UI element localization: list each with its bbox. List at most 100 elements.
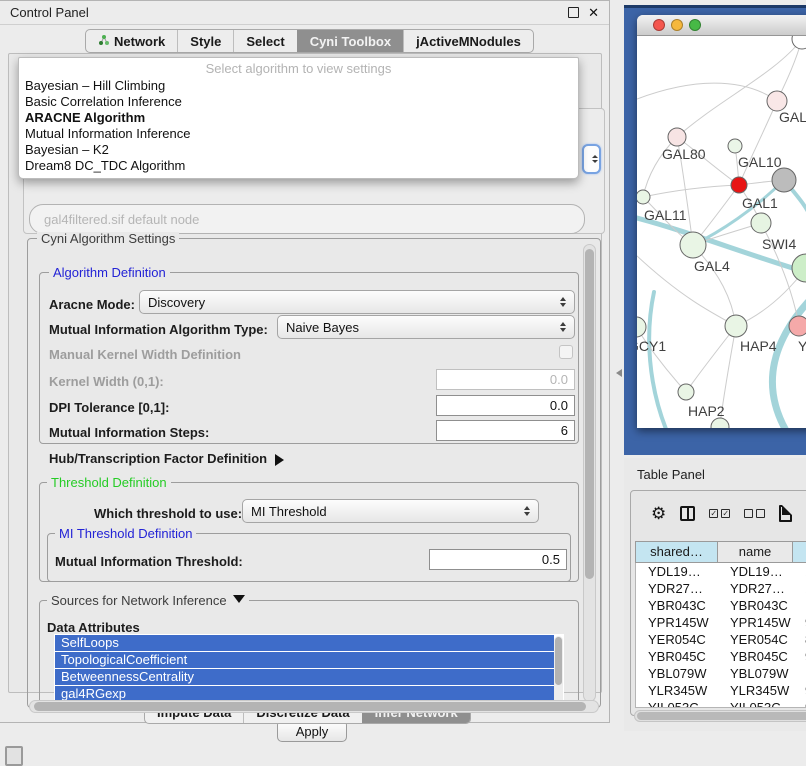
dropdown-item-bayesian-k2[interactable]: Bayesian – K2 <box>19 142 578 158</box>
table-row[interactable]: YBR045CYBR045C9. <box>636 648 806 665</box>
kernel-width-field[interactable] <box>436 369 575 390</box>
network-node-hap2[interactable] <box>678 384 694 400</box>
threshold-definition-title: Threshold Definition <box>47 476 171 489</box>
unchecked-checkbox-icon <box>744 509 753 518</box>
network-window-titlebar[interactable] <box>637 15 806 36</box>
network-edge[interactable] <box>637 83 777 101</box>
dropdown-item-basic-correlation-inference[interactable]: Basic Correlation Inference <box>19 94 578 110</box>
network-node-gcy1[interactable] <box>637 317 646 337</box>
dpi-tolerance-field[interactable] <box>436 395 575 416</box>
spinner-arrows-icon <box>560 322 566 332</box>
table-row[interactable]: YDL19…YDL19…13 <box>636 563 806 580</box>
list-item[interactable]: SelfLoops <box>55 635 554 651</box>
table-horizontal-scrollbar[interactable] <box>634 710 806 722</box>
tab-select[interactable]: Select <box>233 30 296 52</box>
kernel-width-label: Kernel Width (0,1): <box>49 374 164 389</box>
which-threshold-label: Which threshold to use: <box>94 506 242 521</box>
unchecked-columns-icon[interactable] <box>744 509 765 518</box>
table-toolbar: ⚙ ✓✓ <box>631 491 806 535</box>
network-node[interactable] <box>731 177 747 193</box>
aracne-mode-label: Aracne Mode: <box>49 297 135 312</box>
dropdown-item-bayesian-hill-climbing[interactable]: Bayesian – Hill Climbing <box>19 78 578 94</box>
docked-panel-icon[interactable] <box>5 746 23 766</box>
table-cell: YDR27… <box>636 580 718 597</box>
table-cell: 12 <box>793 580 806 597</box>
network-node-gal10[interactable] <box>772 168 796 192</box>
list-item[interactable]: BetweennessCentrality <box>55 669 554 685</box>
mi-algorithm-type-combo[interactable]: Naive Bayes <box>277 315 575 339</box>
table-cell: YBR045C <box>718 648 793 665</box>
network-node-gal1[interactable] <box>751 213 771 233</box>
table-cell: YPR145W <box>718 614 793 631</box>
network-node-y[interactable] <box>789 316 806 336</box>
table-row[interactable]: YBL079WYBL079W <box>636 665 806 682</box>
network-edge[interactable] <box>686 326 736 392</box>
tab-network[interactable]: Network <box>86 30 177 52</box>
data-attributes-list[interactable]: SelfLoopsTopologicalCoefficientBetweenne… <box>54 634 564 708</box>
network-edge[interactable] <box>649 292 668 428</box>
table-row[interactable]: YIL053CYIL053C9 <box>636 699 806 708</box>
manual-kernel-checkbox[interactable] <box>559 345 573 359</box>
network-edge[interactable] <box>739 101 777 185</box>
network-node[interactable] <box>728 139 742 153</box>
table-cell: YDL19… <box>718 563 793 580</box>
network-edge[interactable] <box>637 327 686 392</box>
network-combo[interactable]: gal4filtered.sif default node <box>29 204 585 234</box>
network-node-gal7[interactable] <box>767 91 787 111</box>
tab-jactivemnodules[interactable]: jActiveMNodules <box>403 30 533 52</box>
close-traffic-icon[interactable] <box>653 19 665 31</box>
settings-vertical-scrollbar[interactable] <box>583 244 596 702</box>
network-graph[interactable]: GAL7GAL80GAL10GAL11GAL1GAL4SWI4GCY1HAP4Y… <box>637 36 806 428</box>
table-row[interactable]: YLR345WYLR345W9. <box>636 682 806 699</box>
which-threshold-combo[interactable]: MI Threshold <box>242 499 539 523</box>
network-node[interactable] <box>792 36 806 49</box>
table-row[interactable]: YER054CYER054C8. <box>636 631 806 648</box>
collapse-down-icon <box>233 595 245 609</box>
tab-style[interactable]: Style <box>177 30 233 52</box>
table-row[interactable]: YDR27…YDR27…12 <box>636 580 806 597</box>
mi-steps-label: Mutual Information Steps: <box>49 425 209 440</box>
close-icon[interactable]: ✕ <box>588 6 599 19</box>
dropdown-item-dream8-dc-tdc-algorithm[interactable]: Dream8 DC_TDC Algorithm <box>19 158 578 174</box>
columns-icon[interactable] <box>680 506 695 521</box>
checked-columns-icon[interactable]: ✓✓ <box>709 509 730 518</box>
table-panel-title: Table Panel <box>624 458 806 482</box>
column-header-shared[interactable]: shared… <box>636 542 718 562</box>
dropdown-item-aracne-algorithm[interactable]: ARACNE Algorithm <box>19 110 578 126</box>
mi-steps-field[interactable] <box>436 420 575 441</box>
tab-cyni-toolbox[interactable]: Cyni Toolbox <box>297 30 403 52</box>
column-header-name[interactable]: name <box>718 542 793 562</box>
zoom-traffic-icon[interactable] <box>689 19 701 31</box>
aracne-mode-combo[interactable]: Discovery <box>139 290 575 314</box>
settings-horizontal-scrollbar[interactable] <box>29 700 599 713</box>
network-node-gal80[interactable] <box>668 128 686 146</box>
minimize-traffic-icon[interactable] <box>671 19 683 31</box>
table-row[interactable]: YBR043CYBR043C <box>636 597 806 614</box>
gear-icon[interactable]: ⚙ <box>651 505 666 522</box>
network-view-window[interactable]: GAL7GAL80GAL10GAL11GAL1GAL4SWI4GCY1HAP4Y… <box>637 15 806 428</box>
table-row[interactable]: YPR145WYPR145W9. <box>636 614 806 631</box>
network-node[interactable] <box>711 418 729 428</box>
network-edge[interactable] <box>643 185 739 197</box>
sources-group-title[interactable]: Sources for Network Inference <box>47 594 249 609</box>
list-scrollbar[interactable] <box>554 636 563 704</box>
list-item[interactable]: TopologicalCoefficient <box>55 652 554 668</box>
algorithm-combo-arrow-button[interactable] <box>582 144 601 174</box>
table-cell: 8. <box>793 631 806 648</box>
expand-right-icon <box>275 454 290 466</box>
network-node-swi4[interactable] <box>792 254 806 282</box>
network-node-gal11[interactable] <box>637 190 650 204</box>
column-header-extra[interactable] <box>793 542 806 562</box>
split-pane-collapse-icon[interactable] <box>612 369 622 377</box>
network-combo-text: gal4filtered.sif default node <box>44 212 199 227</box>
file-icon[interactable] <box>779 505 792 522</box>
network-node-hap4[interactable] <box>725 315 747 337</box>
float-icon[interactable] <box>568 7 579 18</box>
network-node-gal4[interactable] <box>680 232 706 258</box>
table-cell: YBR045C <box>636 648 718 665</box>
manual-kernel-label: Manual Kernel Width Definition <box>49 347 241 362</box>
node-label: GAL80 <box>662 146 706 162</box>
dropdown-item-mutual-information-inference[interactable]: Mutual Information Inference <box>19 126 578 142</box>
hub-definition-toggle[interactable]: Hub/Transcription Factor Definition <box>49 451 290 466</box>
mi-threshold-field[interactable] <box>429 549 567 570</box>
